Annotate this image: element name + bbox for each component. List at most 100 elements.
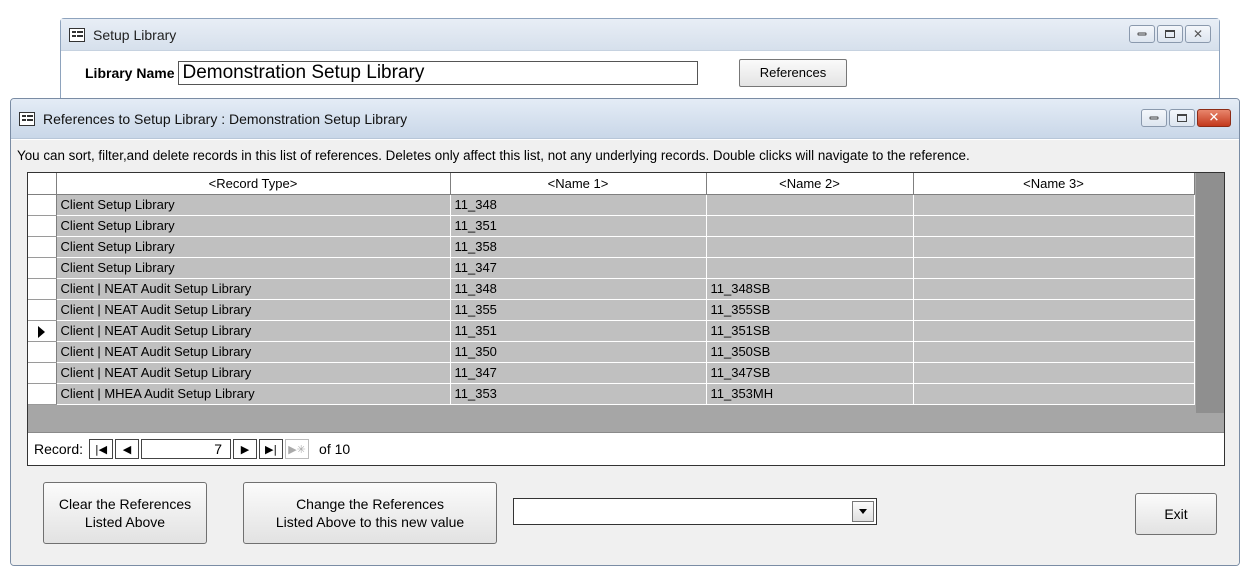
record-selector[interactable] (28, 362, 57, 384)
cell-name-3[interactable] (913, 215, 1195, 237)
last-record-button[interactable]: ▶| (259, 439, 284, 459)
cell-name-1[interactable]: 11_347 (450, 257, 707, 279)
references-titlebar: References to Setup Library : Demonstrat… (11, 99, 1239, 139)
cell-record-type[interactable]: Client | NEAT Audit Setup Library (56, 320, 451, 342)
close-button[interactable]: ✕ (1185, 25, 1211, 43)
record-selector[interactable] (28, 299, 57, 321)
minimize-button[interactable] (1141, 109, 1167, 127)
cell-name-1[interactable]: 11_348 (450, 278, 707, 300)
close-button[interactable]: ✕ (1197, 109, 1231, 127)
table-row[interactable]: Client Setup Library 11_348 (28, 194, 1195, 216)
previous-record-button[interactable]: ◀ (115, 439, 140, 459)
table-row[interactable]: Client | NEAT Audit Setup Library 11_347 1… (28, 362, 1195, 384)
cell-name-2[interactable]: 11_347SB (706, 362, 914, 384)
close-icon: ✕ (1192, 27, 1204, 41)
clear-references-button[interactable]: Clear the References Listed Above (43, 482, 207, 544)
record-selector[interactable] (28, 194, 57, 216)
cell-record-type[interactable]: Client Setup Library (56, 215, 451, 237)
change-references-button[interactable]: Change the References Listed Above to thi… (243, 482, 497, 544)
column-header-record-type[interactable]: <Record Type> (55, 173, 451, 195)
references-window-controls: ✕ (1141, 109, 1231, 127)
cell-name-2[interactable]: 11_355SB (706, 299, 914, 321)
cell-name-2[interactable] (706, 215, 914, 237)
combo-dropdown-button[interactable] (852, 501, 874, 522)
cell-name-1[interactable]: 11_358 (450, 236, 707, 258)
record-selector[interactable] (28, 320, 57, 342)
cell-name-3[interactable] (913, 257, 1195, 279)
minimize-button[interactable] (1129, 25, 1155, 43)
current-record-input[interactable]: 7 (141, 439, 232, 459)
cell-name-1[interactable]: 11_355 (450, 299, 707, 321)
first-record-button[interactable]: |◀ (89, 439, 114, 459)
column-header-name-2[interactable]: <Name 2> (705, 173, 914, 195)
cell-record-type[interactable]: Client | NEAT Audit Setup Library (56, 278, 451, 300)
record-selector[interactable] (28, 236, 57, 258)
vertical-scrollbar[interactable] (1196, 173, 1224, 413)
cell-record-type[interactable]: Client | NEAT Audit Setup Library (56, 341, 451, 363)
table-row[interactable]: Client Setup Library 11_358 (28, 236, 1195, 258)
cell-record-type[interactable]: Client | NEAT Audit Setup Library (56, 362, 451, 384)
table-row[interactable]: Client Setup Library 11_351 (28, 215, 1195, 237)
cell-record-type[interactable]: Client | NEAT Audit Setup Library (56, 299, 451, 321)
cell-name-2[interactable]: 11_350SB (706, 341, 914, 363)
setup-library-titlebar: Setup Library (61, 19, 1219, 51)
table-row[interactable]: Client Setup Library 11_347 (28, 257, 1195, 279)
table-row[interactable]: Client | MHEA Audit Setup Library 11_353 1… (28, 383, 1195, 405)
table-row[interactable]: Client | NEAT Audit Setup Library 11_351 1… (28, 320, 1195, 342)
next-record-button[interactable]: ▶ (233, 439, 258, 459)
references-datasheet[interactable]: <Record Type> <Name 1> <Name 2> <Name 3>… (27, 172, 1225, 466)
library-name-field[interactable]: Demonstration Setup Library (178, 61, 699, 85)
record-selector[interactable] (28, 383, 57, 405)
select-all-corner[interactable] (28, 173, 57, 195)
maximize-icon (1177, 114, 1187, 122)
new-value-combo[interactable] (513, 498, 877, 525)
cell-name-2[interactable] (706, 194, 914, 216)
cell-name-2[interactable] (706, 236, 914, 258)
cell-name-1[interactable]: 11_350 (450, 341, 707, 363)
cell-name-1[interactable]: 11_353 (450, 383, 707, 405)
last-record-icon: ▶| (264, 442, 278, 456)
table-row[interactable]: Client | NEAT Audit Setup Library 11_348 1… (28, 278, 1195, 300)
cell-name-1[interactable]: 11_351 (450, 215, 707, 237)
record-navigation-bar: Record: |◀ ◀ 7 ▶ ▶| ▶✳ of 10 (28, 432, 1224, 465)
cell-record-type[interactable]: Client Setup Library (56, 194, 451, 216)
record-label: Record: (34, 441, 84, 457)
cell-name-2[interactable]: 11_348SB (706, 278, 914, 300)
cell-name-3[interactable] (913, 194, 1195, 216)
library-name-label: Library Name (85, 65, 175, 81)
cell-name-1[interactable]: 11_348 (450, 194, 707, 216)
cell-name-2[interactable]: 11_353MH (706, 383, 914, 405)
column-header-name-1[interactable]: <Name 1> (449, 173, 707, 195)
cell-name-3[interactable] (913, 341, 1195, 363)
record-selector[interactable] (28, 278, 57, 300)
cell-name-3[interactable] (913, 278, 1195, 300)
new-record-button[interactable]: ▶✳ (285, 439, 310, 459)
exit-button[interactable]: Exit (1135, 493, 1217, 535)
record-count: of 10 (319, 441, 351, 457)
cell-name-3[interactable] (913, 299, 1195, 321)
cell-name-3[interactable] (913, 362, 1195, 384)
cell-record-type[interactable]: Client Setup Library (56, 257, 451, 279)
setup-library-window-controls: ✕ (1129, 25, 1211, 43)
next-record-icon: ▶ (240, 442, 250, 456)
cell-name-2[interactable] (706, 257, 914, 279)
maximize-button[interactable] (1157, 25, 1183, 43)
cell-name-1[interactable]: 11_347 (450, 362, 707, 384)
references-button[interactable]: References (739, 59, 847, 87)
form-icon (69, 27, 85, 42)
new-record-icon: ▶✳ (288, 442, 306, 456)
table-row[interactable]: Client | NEAT Audit Setup Library 11_355 1… (28, 299, 1195, 321)
cell-record-type[interactable]: Client Setup Library (56, 236, 451, 258)
table-row[interactable]: Client | NEAT Audit Setup Library 11_350 1… (28, 341, 1195, 363)
record-selector[interactable] (28, 215, 57, 237)
maximize-button[interactable] (1169, 109, 1195, 127)
cell-name-3[interactable] (913, 320, 1195, 342)
column-header-name-3[interactable]: <Name 3> (912, 173, 1195, 195)
record-selector[interactable] (28, 341, 57, 363)
cell-name-3[interactable] (913, 236, 1195, 258)
record-selector[interactable] (28, 257, 57, 279)
cell-record-type[interactable]: Client | MHEA Audit Setup Library (56, 383, 451, 405)
cell-name-1[interactable]: 11_351 (450, 320, 707, 342)
cell-name-2[interactable]: 11_351SB (706, 320, 914, 342)
cell-name-3[interactable] (913, 383, 1195, 405)
